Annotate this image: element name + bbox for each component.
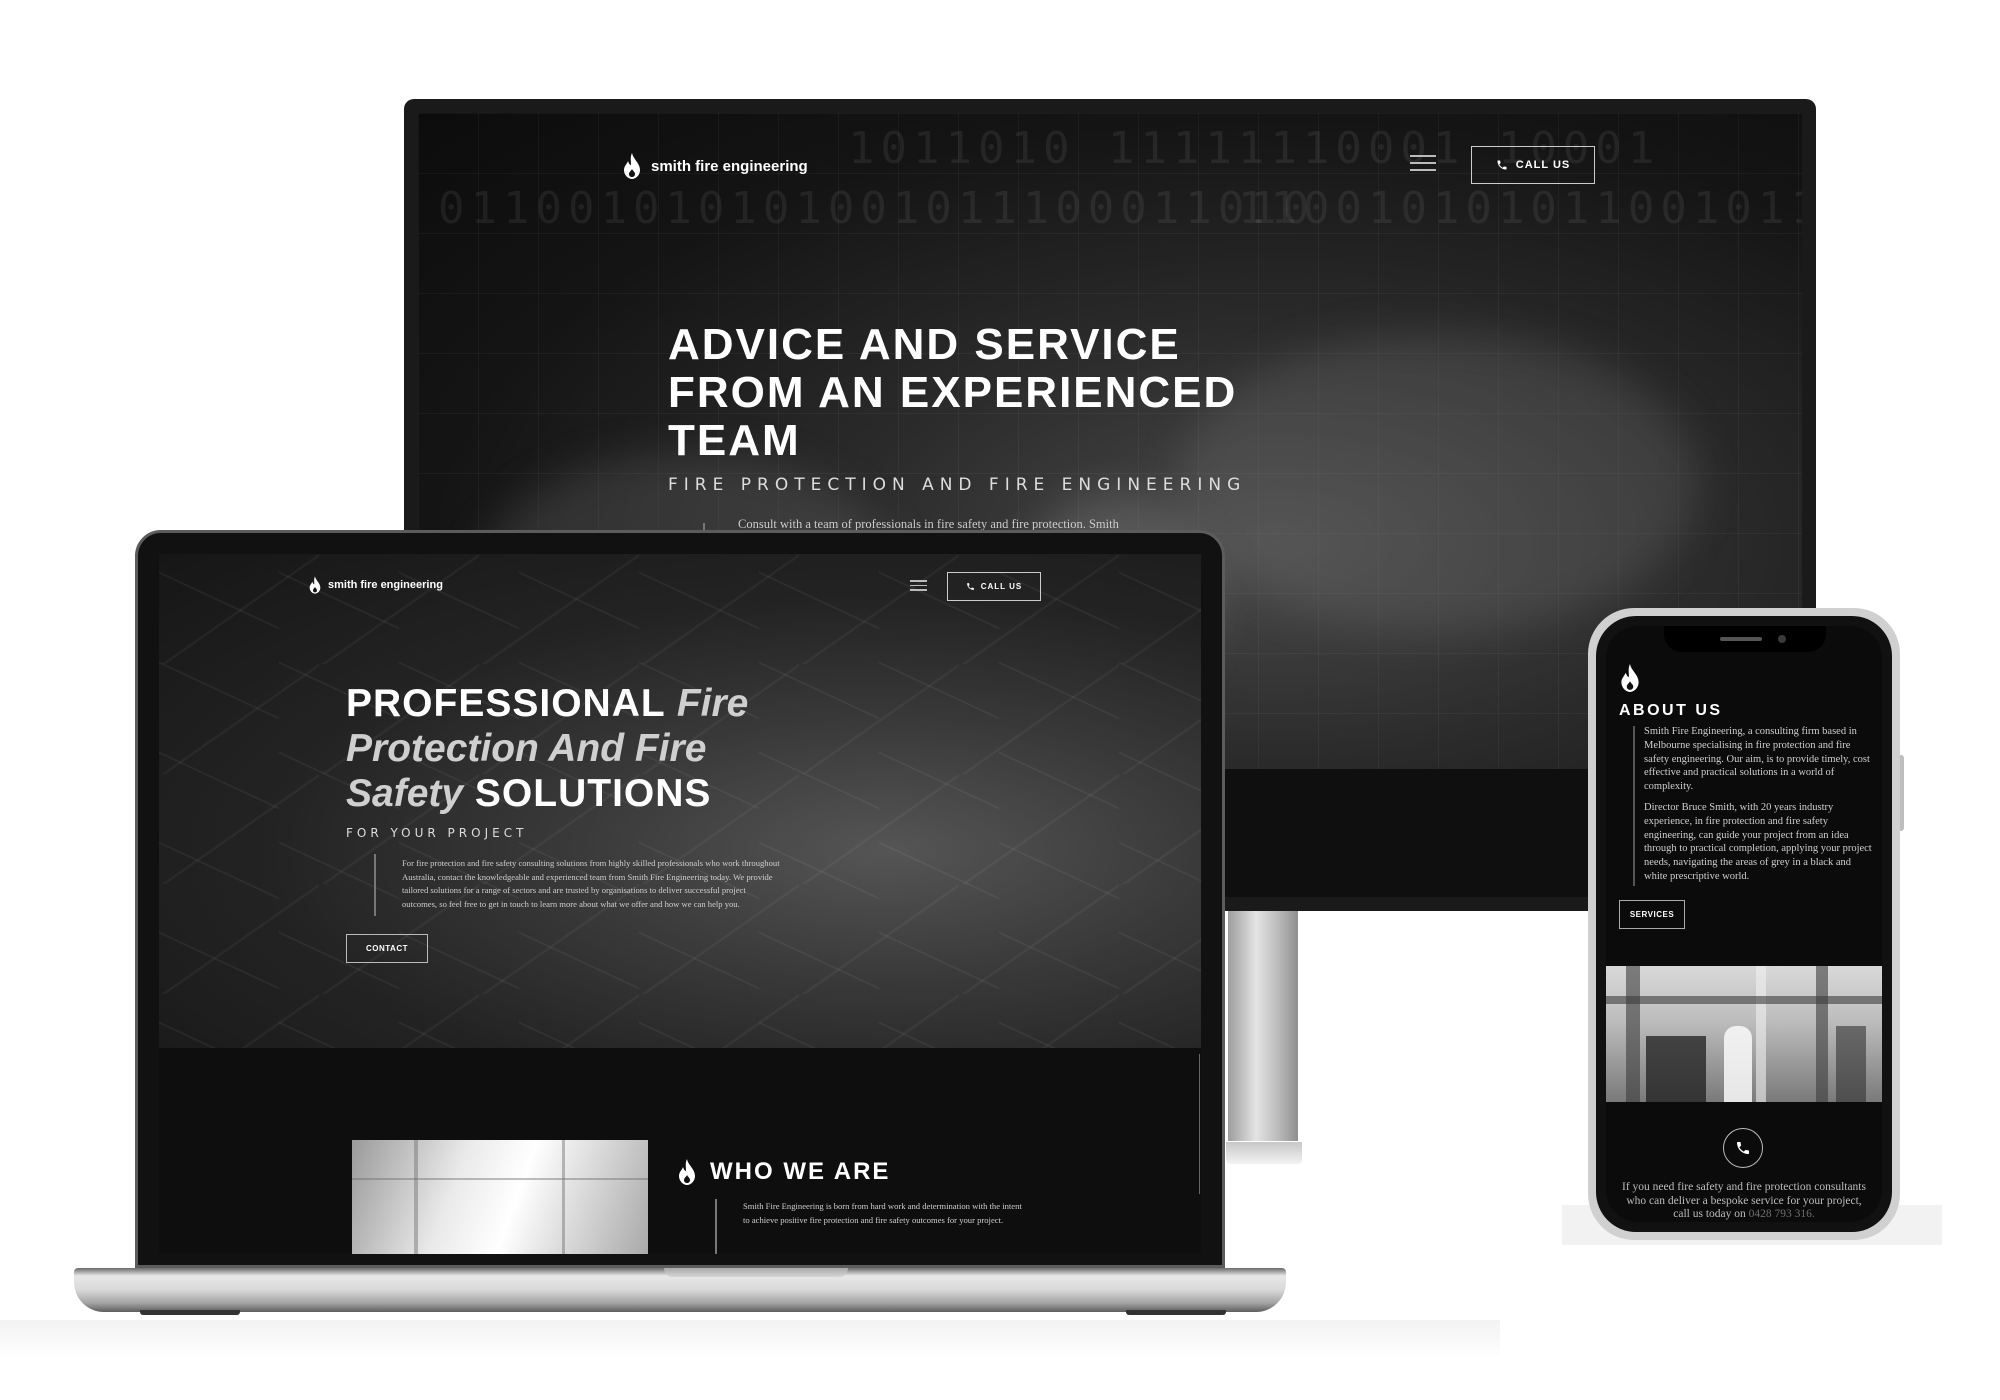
binary-text: 110010101011001011101011000 bbox=[1238, 183, 1802, 234]
who-we-are-title: WHO WE ARE bbox=[710, 1158, 891, 1185]
laptop-shadow bbox=[0, 1320, 1500, 1360]
phone-speaker bbox=[1720, 637, 1762, 641]
hero-headline: PROFESSIONAL Fire Protection And Fire Sa… bbox=[346, 681, 966, 816]
phone-screen: ABOUT US Smith Fire Engineering, a consu… bbox=[1606, 626, 1882, 1222]
call-to-action-text: If you need fire safety and fire protect… bbox=[1618, 1181, 1870, 1222]
monitor-stand bbox=[1228, 911, 1298, 1141]
laptop-screen: smith fire engineering CALL US PROFESSIO… bbox=[159, 554, 1201, 1254]
who-we-are-text: Smith Fire Engineering is born from hard… bbox=[743, 1201, 1022, 1225]
phone-bezel: ABOUT US Smith Fire Engineering, a consu… bbox=[1596, 616, 1892, 1232]
who-we-are-photo bbox=[352, 1140, 648, 1254]
hero-subheading: FIRE PROTECTION AND FIRE ENGINEERING bbox=[668, 475, 1247, 495]
about-us-text: Smith Fire Engineering, a consulting fir… bbox=[1644, 725, 1872, 884]
flame-icon bbox=[623, 153, 641, 179]
phone-number-link[interactable]: 0428 793 316. bbox=[1749, 1208, 1815, 1220]
call-button[interactable] bbox=[1723, 1128, 1763, 1168]
flame-icon bbox=[1620, 664, 1640, 692]
phone-camera bbox=[1778, 635, 1786, 643]
hero-headline-line: ADVICE AND SERVICE bbox=[668, 320, 1181, 369]
divider-line bbox=[1199, 1054, 1200, 1194]
mobile-phone: ABOUT US Smith Fire Engineering, a consu… bbox=[1588, 608, 1900, 1240]
laptop-base bbox=[74, 1268, 1286, 1312]
headline-word: PROFESSIONAL bbox=[346, 682, 665, 725]
who-we-are-heading: WHO WE ARE bbox=[678, 1158, 890, 1186]
flame-icon bbox=[309, 576, 321, 594]
headline-italic: Protection And Fire bbox=[346, 727, 707, 770]
logo-text: smith fire engineering bbox=[328, 579, 443, 591]
plant-room-photo bbox=[1606, 966, 1882, 1102]
hero-headline-line: TEAM bbox=[668, 416, 801, 465]
headline-word: SOLUTIONS bbox=[474, 772, 712, 815]
headline-italic: Fire bbox=[676, 682, 749, 725]
call-us-label: CALL US bbox=[980, 582, 1023, 591]
call-to-action-copy: If you need fire safety and fire protect… bbox=[1622, 1181, 1866, 1220]
site-logo[interactable]: smith fire engineering bbox=[623, 153, 808, 179]
laptop-hinge-notch bbox=[664, 1268, 848, 1277]
phone-icon bbox=[1497, 160, 1507, 170]
site-logo[interactable] bbox=[1620, 664, 1640, 697]
headline-italic: Safety bbox=[346, 772, 464, 815]
about-us-title: ABOUT US bbox=[1619, 702, 1723, 719]
phone-side-button bbox=[1900, 755, 1904, 831]
hero-subheading: FOR YOUR PROJECT bbox=[346, 826, 528, 840]
divider-line bbox=[715, 1199, 717, 1254]
phone-icon bbox=[966, 583, 974, 590]
laptop-foot bbox=[1126, 1310, 1226, 1315]
divider-line bbox=[374, 854, 376, 916]
call-us-button[interactable]: CALL US bbox=[947, 572, 1041, 601]
laptop: smith fire engineering CALL US PROFESSIO… bbox=[135, 530, 1225, 1268]
hamburger-menu-icon[interactable] bbox=[1410, 155, 1436, 173]
hero-headline-line: FROM AN EXPERIENCED bbox=[668, 368, 1238, 417]
phone-notch bbox=[1664, 626, 1826, 652]
phone-icon bbox=[1737, 1142, 1749, 1154]
about-us-paragraph: Smith Fire Engineering, a consulting fir… bbox=[1644, 726, 1870, 793]
flame-icon bbox=[678, 1159, 696, 1185]
hamburger-menu-icon[interactable] bbox=[910, 580, 927, 592]
laptop-foot bbox=[140, 1310, 240, 1315]
call-us-label: CALL US bbox=[1515, 159, 1571, 171]
binary-text: 011001010101001011100011010 bbox=[438, 183, 1316, 234]
contact-button[interactable]: CONTACT bbox=[346, 934, 428, 963]
divider-line bbox=[1633, 726, 1635, 886]
services-button[interactable]: SERVICES bbox=[1619, 900, 1685, 929]
hero-headline: ADVICE AND SERVICE FROM AN EXPERIENCED T… bbox=[668, 321, 1368, 465]
hero-description: For fire protection and fire safety cons… bbox=[402, 858, 780, 909]
logo-text: smith fire engineering bbox=[651, 157, 808, 175]
about-us-paragraph: Director Bruce Smith, with 20 years indu… bbox=[1644, 801, 1872, 882]
call-us-button[interactable]: CALL US bbox=[1471, 146, 1595, 184]
site-logo[interactable]: smith fire engineering bbox=[309, 576, 443, 594]
monitor-stand-base bbox=[1226, 1142, 1302, 1164]
